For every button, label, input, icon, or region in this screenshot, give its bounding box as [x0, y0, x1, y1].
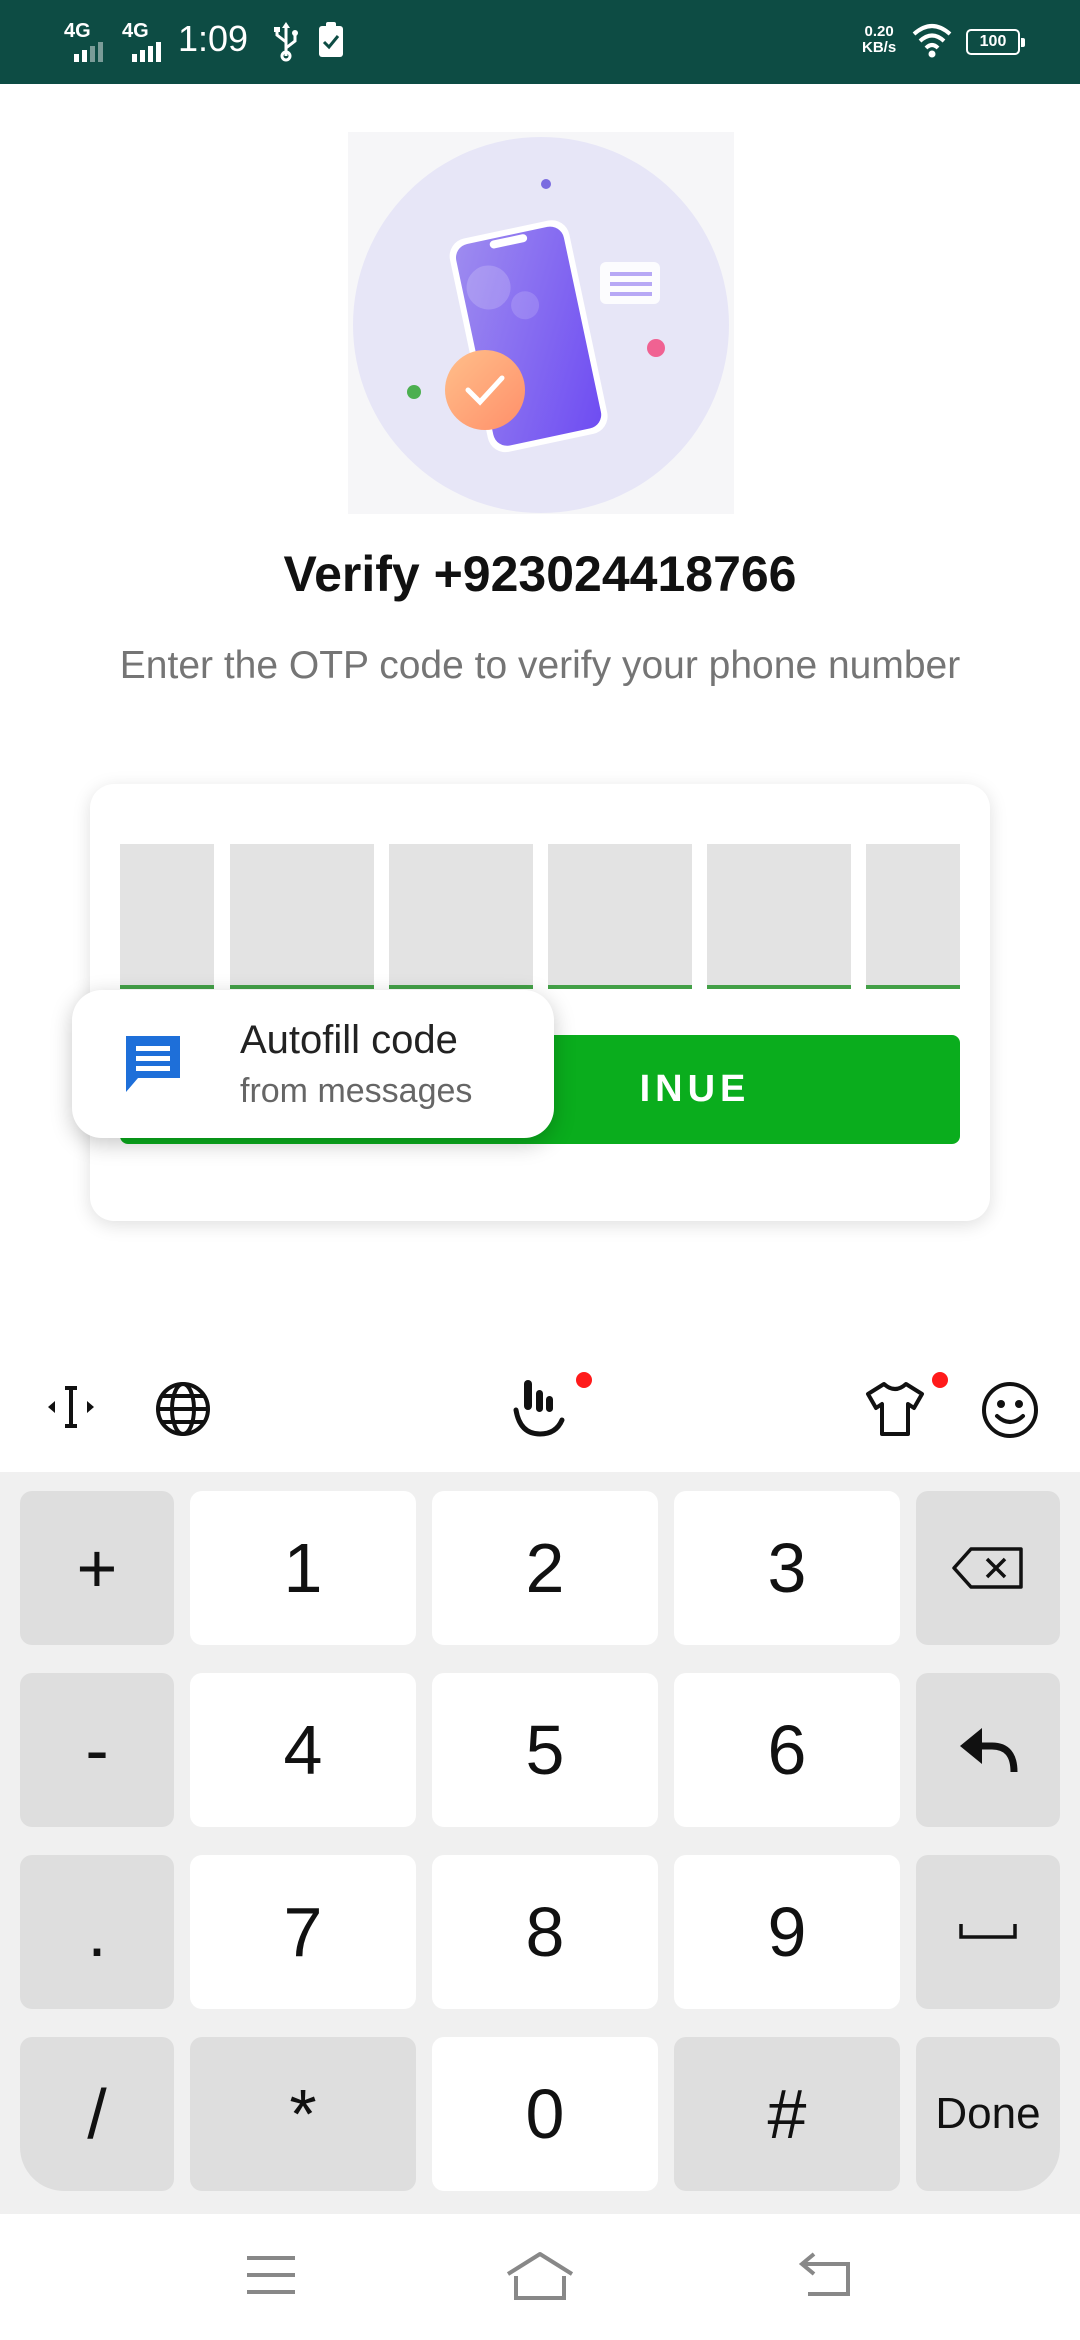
key-6[interactable]: 6 [674, 1673, 900, 1827]
key-8[interactable]: 8 [432, 1855, 658, 2009]
phone-verify-illustration [353, 137, 729, 513]
key-dot[interactable]: . [20, 1855, 174, 2009]
key-slash[interactable]: / [20, 2037, 174, 2191]
key-9[interactable]: 9 [674, 1855, 900, 2009]
key-7[interactable]: 7 [190, 1855, 416, 2009]
verification-illustration [348, 132, 734, 514]
continue-label: INUE [639, 1068, 751, 1110]
otp-digit-3[interactable] [389, 844, 533, 989]
key-2[interactable]: 2 [432, 1491, 658, 1645]
numeric-keyboard: + 1 2 3 - 4 5 6 . 7 8 9 / * 0 # Done [0, 1472, 1080, 2214]
otp-digit-5[interactable] [707, 844, 851, 989]
autofill-code-chip[interactable]: Autofill code from messages [72, 990, 554, 1138]
otp-digit-2[interactable] [230, 844, 374, 989]
wifi-icon [912, 24, 952, 58]
backspace-key[interactable] [916, 1491, 1060, 1645]
verify-title: Verify +923024418766 [283, 546, 797, 602]
message-icon [126, 1036, 180, 1092]
verify-subtitle: Enter the OTP code to verify your phone … [119, 644, 961, 687]
return-arrow-icon [960, 1728, 1018, 1773]
speed-value: 0.20 [864, 23, 894, 40]
otp-digit-6[interactable] [866, 844, 960, 989]
key-3[interactable]: 3 [674, 1491, 900, 1645]
battery-icon: 100 [966, 29, 1025, 55]
clock: 1:09 [178, 18, 249, 59]
space-icon [959, 1924, 1017, 1939]
space-key[interactable] [916, 1855, 1060, 2009]
usb-icon [274, 22, 298, 62]
emoji-icon[interactable] [980, 1380, 1040, 1440]
done-key[interactable]: Done [916, 2037, 1060, 2191]
clipboard-icon [319, 22, 343, 57]
key-0[interactable]: 0 [432, 2037, 658, 2191]
key-plus[interactable]: + [20, 1491, 174, 1645]
enter-key[interactable] [916, 1673, 1060, 1827]
signal-icon: 4G [64, 20, 103, 62]
signal-icon: 4G [122, 20, 161, 62]
cursor-icon[interactable] [44, 1380, 98, 1434]
home-icon[interactable] [504, 2250, 576, 2304]
keyboard-toolbar [0, 1340, 1080, 1472]
autofill-title: Autofill code [240, 1018, 458, 1062]
navigation-bar [0, 2214, 1080, 2340]
notification-dot [932, 1372, 948, 1388]
speed-unit: KB/s [862, 39, 897, 56]
key-minus[interactable]: - [20, 1673, 174, 1827]
menu-icon[interactable] [244, 2250, 298, 2300]
gesture-icon[interactable] [510, 1376, 570, 1440]
autofill-subtitle: from messages [240, 1072, 473, 1110]
network-speed: 0.20 KB/s [862, 24, 896, 56]
notification-dot [576, 1372, 592, 1388]
key-hash[interactable]: # [674, 2037, 900, 2191]
key-4[interactable]: 4 [190, 1673, 416, 1827]
key-5[interactable]: 5 [432, 1673, 658, 1827]
theme-shirt-icon[interactable] [864, 1380, 926, 1438]
otp-digit-4[interactable] [548, 844, 692, 989]
otp-digit-1[interactable] [120, 844, 214, 989]
signal-label: 4G [122, 20, 149, 42]
key-1[interactable]: 1 [190, 1491, 416, 1645]
globe-icon[interactable] [154, 1380, 212, 1438]
status-bar: 4G 4G 1:09 0.20 KB/s 100 [0, 0, 1080, 84]
backspace-icon [952, 1547, 1023, 1589]
back-icon[interactable] [796, 2250, 856, 2300]
signal-label: 4G [64, 20, 91, 42]
key-star[interactable]: * [190, 2037, 416, 2191]
